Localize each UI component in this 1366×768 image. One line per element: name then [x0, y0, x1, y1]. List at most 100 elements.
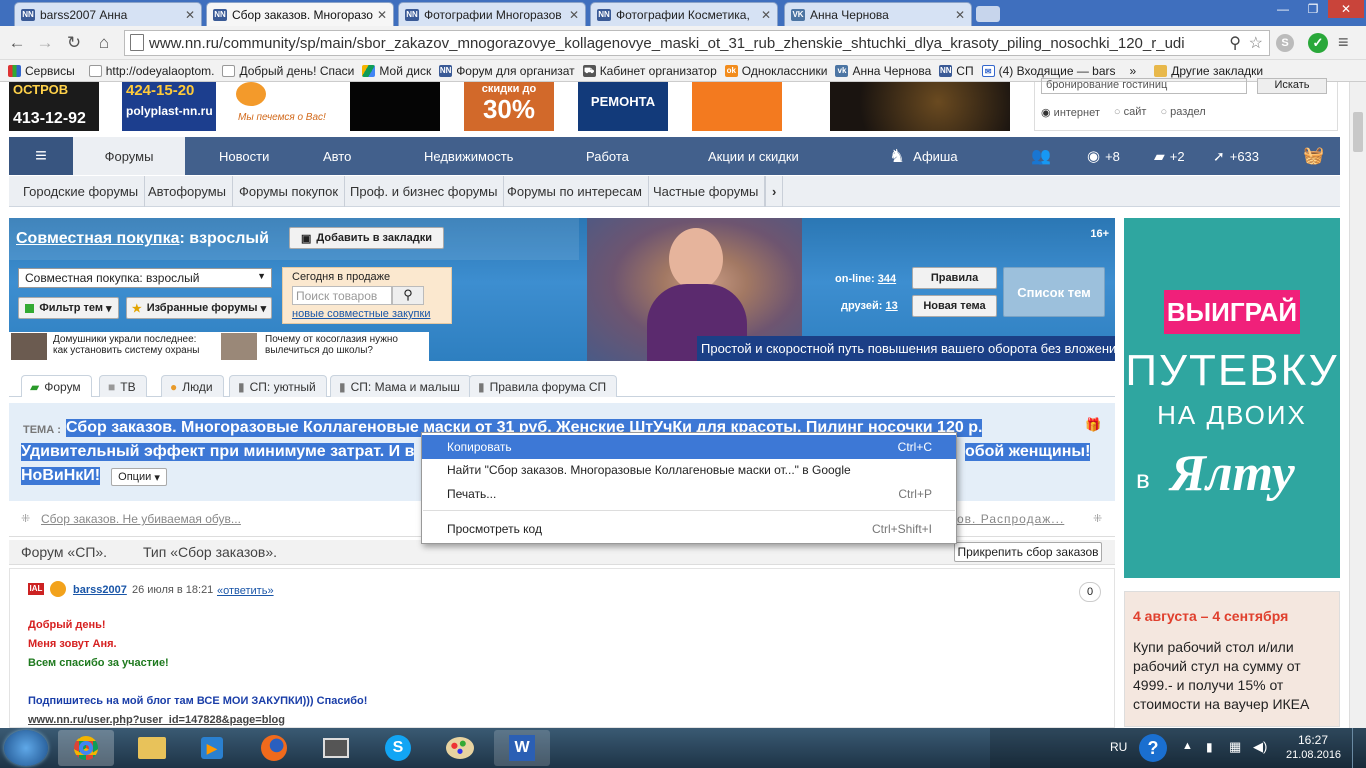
nav-realty[interactable]: Недвижимость	[424, 137, 513, 175]
topic-title-line[interactable]: обой женщины!	[965, 443, 1091, 461]
people-icon[interactable]: 👥	[1031, 137, 1051, 175]
other-bookmarks-button[interactable]: Другие закладки	[1154, 64, 1263, 78]
bookmark-item[interactable]: Сервисы	[8, 64, 75, 78]
add-bookmark-button[interactable]: ▣ Добавить в закладки	[289, 227, 444, 249]
ad-banner-repair[interactable]: РЕМОНТА	[578, 82, 668, 131]
ad-banner-polyplast[interactable]: 424-15-20 polyplast-nn.ru	[122, 82, 216, 131]
bookmark-item[interactable]: Добрый день! Спаси	[222, 64, 354, 78]
prev-topic-link[interactable]: Сбор заказов. Не убиваемая обув...	[41, 512, 241, 526]
chevron-right-icon[interactable]: ›	[765, 176, 784, 207]
tab-mom-baby[interactable]: ▮ СП: Мама и малыш	[330, 375, 471, 397]
browser-tab[interactable]: NN Фотографии Косметика, ✕	[590, 2, 778, 26]
breadcrumb-forum[interactable]: Форум «СП».	[21, 544, 107, 560]
gift-icon[interactable]: 🎁	[1085, 417, 1101, 433]
online-value[interactable]: 344	[878, 273, 896, 285]
favorite-forums-button[interactable]: ★ Избранные форумы ▾	[126, 297, 272, 319]
reply-link[interactable]: «ответить»	[217, 585, 274, 597]
tab-people[interactable]: ● Люди	[161, 375, 224, 397]
rules-button[interactable]: Правила	[912, 267, 997, 289]
ad-yalta[interactable]: ВЫИГРАЙ ПУТЕВКУ НА ДВОИХ в Ялту	[1124, 218, 1340, 578]
pin-purchase-button[interactable]: Прикрепить сбор заказов	[954, 542, 1102, 562]
word-icon[interactable]: W	[494, 730, 550, 766]
ad-banner-sale[interactable]: скидки до 30%	[464, 82, 554, 131]
new-topic-button[interactable]: Новая тема	[912, 295, 997, 317]
rating-counter[interactable]: ➚ +633	[1213, 137, 1259, 175]
subnav-item[interactable]: Городские форумы	[17, 176, 146, 207]
bookmark-item[interactable]: ok Одноклассники	[724, 64, 827, 78]
start-button[interactable]	[4, 730, 48, 766]
browser-tab[interactable]: VK Анна Чернова ✕	[784, 2, 972, 26]
news-link[interactable]: Почему от косоглазия нужно вылечиться до…	[265, 334, 415, 356]
new-tab-button[interactable]	[976, 6, 1000, 22]
chrome-icon[interactable]	[58, 730, 114, 766]
news-link[interactable]: Домушники украли последнее: как установи…	[53, 334, 213, 356]
search-icon[interactable]: ⚲	[392, 286, 424, 305]
product-search-input[interactable]: Поиск товаров	[292, 286, 392, 305]
help-icon[interactable]: ?	[1139, 734, 1167, 762]
show-desktop-button[interactable]	[1352, 728, 1366, 768]
browser-tab[interactable]: NN barss2007 Анна ✕	[14, 2, 202, 26]
context-menu-print[interactable]: Печать... Ctrl+P	[422, 482, 956, 506]
tray-up-icon[interactable]: ▲	[1182, 740, 1193, 752]
browser-tab-active[interactable]: NN Сбор заказов. Многоразо ✕	[206, 2, 394, 26]
skype-icon[interactable]: S	[370, 730, 426, 766]
new-purchases-link[interactable]: новые совместные закупки	[292, 308, 430, 320]
topic-title-line[interactable]: Удивительный эффект при минимуме затрат.…	[21, 443, 415, 461]
page-scrollbar[interactable]	[1349, 82, 1366, 728]
skype-extension-icon[interactable]: S	[1276, 34, 1294, 52]
paint-icon[interactable]	[432, 730, 488, 766]
ad-banner-dark[interactable]	[350, 82, 440, 131]
nav-auto[interactable]: Авто	[323, 137, 351, 175]
nav-afisha[interactable]: ♞ Афиша	[889, 137, 958, 175]
context-menu-inspect[interactable]: Просмотреть код Ctrl+Shift+I	[422, 517, 956, 541]
app-icon[interactable]	[308, 730, 364, 766]
site-search-button[interactable]: Искать	[1257, 78, 1327, 94]
vote-count[interactable]: 0	[1079, 582, 1101, 602]
bookmark-item[interactable]: NN Форум для организат	[439, 64, 575, 78]
volume-icon[interactable]: ◀)	[1253, 739, 1267, 755]
basket-icon[interactable]: 🧺	[1303, 137, 1324, 175]
bookmark-item[interactable]: Мой диск	[362, 64, 431, 78]
context-menu-copy[interactable]: Копировать Ctrl+C	[422, 435, 956, 459]
reload-icon[interactable]: ↻	[63, 32, 85, 54]
scope-option[interactable]: ○ сайт	[1114, 106, 1147, 119]
bookmark-item[interactable]: ✉ (4) Входящие — bars	[981, 64, 1116, 78]
home-icon[interactable]: ⌂	[93, 32, 115, 54]
site-search-input[interactable]: бронирование гостиниц	[1041, 78, 1247, 94]
forward-icon[interactable]: →	[34, 32, 56, 54]
community-title-link[interactable]: Совместная покупка	[16, 230, 179, 247]
subnav-item[interactable]: Автофорумы	[142, 176, 233, 207]
nav-forums[interactable]: Форумы	[73, 137, 185, 175]
ad-banner-city[interactable]	[830, 82, 1010, 131]
ad-ikea[interactable]: 4 августа – 4 сентября Купи рабочий стол…	[1124, 591, 1340, 727]
minimize-icon[interactable]: —	[1268, 0, 1298, 18]
firefox-icon[interactable]	[246, 730, 302, 766]
check-extension-icon[interactable]: ✓	[1308, 33, 1328, 53]
views-counter[interactable]: ◉ +8	[1087, 137, 1120, 175]
context-menu-search-google[interactable]: Найти "Сбор заказов. Многоразовые Коллаг…	[422, 458, 956, 482]
close-icon[interactable]: ✕	[955, 8, 965, 22]
bookmarks-more-button[interactable]: »	[1130, 64, 1137, 78]
bookmark-item[interactable]: vk Анна Чернова	[835, 64, 931, 78]
restore-icon[interactable]: ❐	[1298, 0, 1328, 18]
blog-link[interactable]: www.nn.ru/user.php?user_id=147828&page=b…	[28, 714, 285, 726]
menu-icon[interactable]: ≡	[9, 137, 73, 175]
tab-forum[interactable]: ▰ Форум	[21, 375, 92, 397]
breadcrumb-type[interactable]: Тип «Сбор заказов».	[143, 544, 277, 560]
browser-tab[interactable]: NN Фотографии Многоразов ✕	[398, 2, 586, 26]
nav-jobs[interactable]: Работа	[586, 137, 629, 175]
close-icon[interactable]: ✕	[377, 8, 387, 22]
media-icon[interactable]: ▶	[184, 730, 240, 766]
close-icon[interactable]: ✕	[569, 8, 579, 22]
comments-counter[interactable]: ▰ +2	[1154, 137, 1185, 175]
url-input[interactable]: www.nn.ru/community/sp/main/sbor_zakazov…	[124, 30, 1270, 56]
subnav-item[interactable]: Форумы покупок	[233, 176, 346, 207]
close-icon[interactable]: ✕	[185, 8, 195, 22]
friends-value[interactable]: 13	[885, 300, 897, 312]
bookmark-item[interactable]: ⛟ Кабинет организатор	[582, 64, 717, 78]
bookmark-item[interactable]: NN СП	[939, 64, 974, 78]
filter-topics-button[interactable]: Фильтр тем ▾	[18, 297, 119, 319]
ad-banner-bakery[interactable]: Мы печемся о Вас!	[236, 82, 336, 131]
next-topic-link[interactable]: ов. Распродаж...	[957, 512, 1064, 526]
close-icon[interactable]: ✕	[761, 8, 771, 22]
